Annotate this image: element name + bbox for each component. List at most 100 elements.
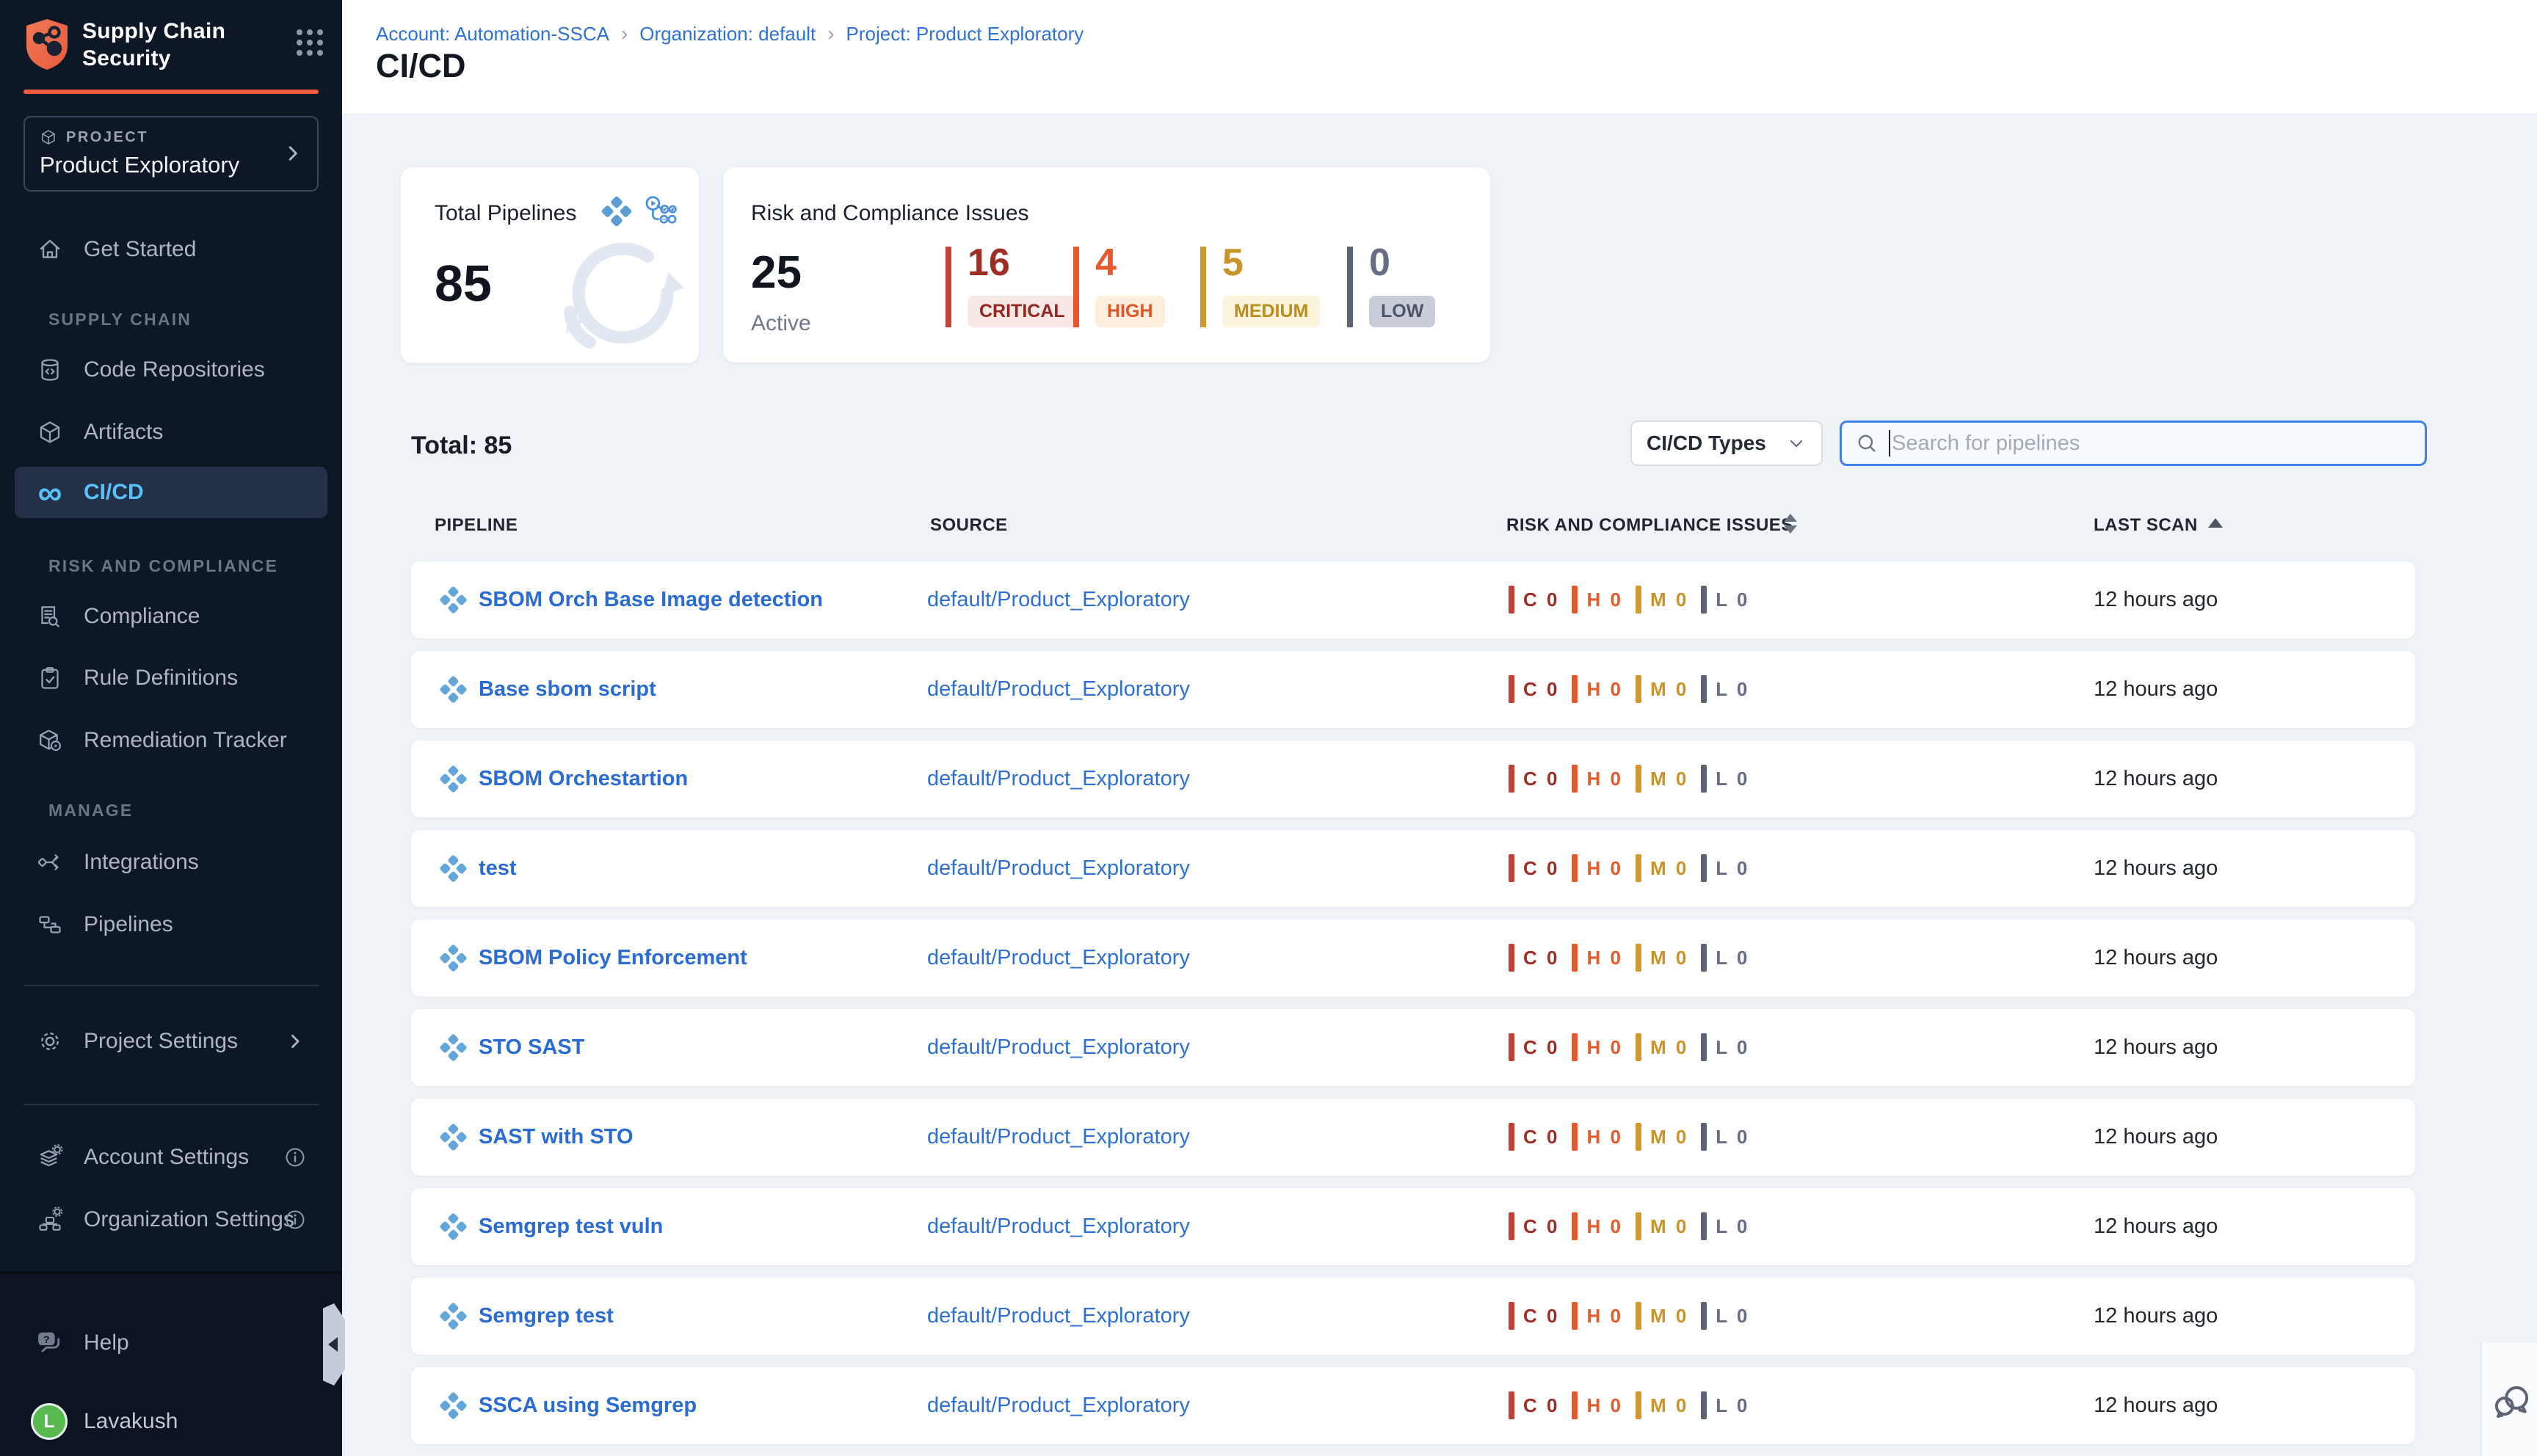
pipeline-source-link[interactable]: default/Product_Exploratory	[927, 588, 1190, 612]
pipeline-name-link[interactable]: SBOM Orch Base Image detection	[479, 588, 823, 612]
pipeline-source-link[interactable]: default/Product_Exploratory	[927, 1125, 1190, 1149]
sidebar-item-compliance[interactable]: Compliance	[15, 591, 327, 642]
critical-badge: CRITICAL	[968, 296, 1077, 327]
medium-count: 5	[1222, 247, 1320, 279]
sidebar-item-label: Project Settings	[84, 1029, 238, 1054]
pipeline-source-link[interactable]: default/Product_Exploratory	[927, 1035, 1190, 1060]
cicd-types-dropdown[interactable]: CI/CD Types	[1630, 421, 1823, 466]
sidebar-item-code-repositories[interactable]: Code Repositories	[15, 344, 327, 396]
breadcrumb-organization[interactable]: Organization: default	[639, 23, 816, 46]
sidebar-item-cicd[interactable]: ∞ CI/CD	[15, 467, 327, 518]
pipeline-name-link[interactable]: SSCA using Semgrep	[479, 1394, 697, 1418]
pipeline-source-link[interactable]: default/Product_Exploratory	[927, 677, 1190, 702]
sidebar-item-get-started[interactable]: Get Started	[15, 224, 327, 275]
risk-chip-group: C 0H 0M 0L 0	[1509, 586, 1762, 614]
pipeline-table-row[interactable]: SAST with STO default/Product_Explorator…	[411, 1099, 2415, 1176]
sidebar-item-remediation-tracker[interactable]: Remediation Tracker	[15, 715, 327, 766]
last-scan-value: 12 hours ago	[2094, 1035, 2218, 1060]
sort-last-scan-icon[interactable]	[2208, 518, 2223, 528]
project-selector[interactable]: PROJECT Product Exploratory	[23, 116, 319, 192]
chevron-down-icon	[1786, 433, 1807, 454]
breadcrumb-project[interactable]: Project: Product Exploratory	[846, 23, 1084, 46]
pipeline-table-row[interactable]: SBOM Orch Base Image detection default/P…	[411, 561, 2415, 638]
last-scan-value: 12 hours ago	[2094, 946, 2218, 970]
chevron-right-icon	[285, 1031, 305, 1052]
pipeline-name-link[interactable]: Base sbom script	[479, 677, 656, 702]
info-icon[interactable]	[283, 1146, 307, 1169]
pipeline-name-link[interactable]: test	[479, 856, 517, 881]
pipeline-name-link[interactable]: SBOM Orchestartion	[479, 767, 688, 791]
clipboard-check-icon	[35, 663, 65, 693]
pipeline-source-link[interactable]: default/Product_Exploratory	[927, 1304, 1190, 1328]
pipeline-table-row[interactable]: SBOM Orchestartion default/Product_Explo…	[411, 740, 2415, 818]
risk-chip-group: C 0H 0M 0L 0	[1509, 765, 1762, 793]
high-count: 4	[1095, 247, 1165, 279]
risk-chip-high: H 0	[1572, 675, 1622, 703]
risk-chip-low: L 0	[1701, 1391, 1749, 1419]
pipeline-name-link[interactable]: Semgrep test	[479, 1304, 614, 1328]
risk-chip-medium: M 0	[1636, 1302, 1688, 1330]
pipelines-icon	[35, 910, 65, 939]
risk-chip-critical: C 0	[1509, 1391, 1559, 1419]
sidebar-item-pipelines[interactable]: Pipelines	[15, 899, 327, 950]
pipeline-name-link[interactable]: SBOM Policy Enforcement	[479, 946, 747, 970]
workflow-icon	[643, 194, 677, 228]
pipeline-source-link[interactable]: default/Product_Exploratory	[927, 767, 1190, 791]
pipeline-source-link[interactable]: default/Product_Exploratory	[927, 946, 1190, 970]
column-pipeline: PIPELINE	[435, 515, 518, 536]
pipeline-table-row[interactable]: Semgrep test vuln default/Product_Explor…	[411, 1188, 2415, 1265]
risk-chip-low: L 0	[1701, 1212, 1749, 1240]
pipeline-name-link[interactable]: Semgrep test vuln	[479, 1215, 663, 1239]
app-title: Supply Chain Security	[82, 18, 225, 72]
harness-pipeline-icon	[438, 674, 469, 705]
project-selector-label: PROJECT	[66, 129, 148, 146]
risk-chip-medium: M 0	[1636, 854, 1688, 882]
org-gear-icon	[35, 1205, 65, 1234]
pipeline-table-row[interactable]: Base sbom script default/Product_Explora…	[411, 651, 2415, 728]
low-badge: LOW	[1369, 296, 1435, 327]
pipeline-source-link[interactable]: default/Product_Exploratory	[927, 856, 1190, 881]
chat-bubbles-icon[interactable]	[2492, 1381, 2533, 1422]
breadcrumb-account[interactable]: Account: Automation-SSCA	[376, 23, 609, 46]
sidebar-item-account-settings[interactable]: Account Settings	[15, 1132, 327, 1183]
package-icon	[35, 418, 65, 447]
sidebar-item-label: Pipelines	[84, 912, 173, 937]
harness-pipeline-icon	[438, 584, 469, 616]
risk-chip-critical: C 0	[1509, 854, 1559, 882]
sidebar-collapse-handle[interactable]	[323, 1303, 345, 1386]
pipeline-table-row[interactable]: SBOM Policy Enforcement default/Product_…	[411, 920, 2415, 997]
pipeline-name-link[interactable]: SAST with STO	[479, 1125, 634, 1149]
risk-chip-group: C 0H 0M 0L 0	[1509, 1391, 1762, 1419]
active-issues-count: 25	[751, 247, 802, 299]
sort-risk-issues-icon[interactable]	[1784, 514, 1797, 534]
pipeline-table-row[interactable]: Semgrep test default/Product_Exploratory…	[411, 1278, 2415, 1355]
sidebar-item-artifacts[interactable]: Artifacts	[15, 407, 327, 458]
risk-chip-low: L 0	[1701, 765, 1749, 793]
sidebar-item-organization-settings[interactable]: Organization Settings	[15, 1194, 327, 1245]
help-button[interactable]: Help	[15, 1320, 327, 1366]
critical-count: 16	[968, 247, 1077, 279]
risk-chip-group: C 0H 0M 0L 0	[1509, 1033, 1762, 1061]
pipeline-table-row[interactable]: test default/Product_Exploratory C 0H 0M…	[411, 830, 2415, 907]
sidebar-item-project-settings[interactable]: Project Settings	[15, 1016, 327, 1067]
info-icon[interactable]	[283, 1208, 307, 1231]
app-switcher-icon[interactable]	[297, 29, 323, 56]
app-logo[interactable]: Supply Chain Security	[23, 18, 323, 72]
sidebar-item-rule-definitions[interactable]: Rule Definitions	[15, 652, 327, 704]
pipeline-source-link[interactable]: default/Product_Exploratory	[927, 1394, 1190, 1418]
user-name: Lavakush	[84, 1409, 178, 1434]
user-menu[interactable]: L Lavakush	[15, 1397, 327, 1446]
search-placeholder: Search for pipelines	[1892, 432, 2080, 456]
risk-chip-critical: C 0	[1509, 1212, 1559, 1240]
pipeline-table-row[interactable]: STO SAST default/Product_Exploratory C 0…	[411, 1009, 2415, 1086]
pipeline-source-link[interactable]: default/Product_Exploratory	[927, 1215, 1190, 1239]
pipeline-name-link[interactable]: STO SAST	[479, 1035, 585, 1060]
pipeline-table-row[interactable]: SSCA using Semgrep default/Product_Explo…	[411, 1367, 2415, 1444]
risk-chip-medium: M 0	[1636, 675, 1688, 703]
sidebar-item-integrations[interactable]: Integrations	[15, 837, 327, 888]
sidebar-item-label: Code Repositories	[84, 357, 265, 382]
project-cube-icon	[40, 128, 57, 146]
search-input[interactable]: Search for pipelines	[1840, 421, 2427, 466]
pipeline-table-body: SBOM Orch Base Image detection default/P…	[411, 561, 2415, 1456]
sidebar-item-label: Rule Definitions	[84, 666, 238, 691]
